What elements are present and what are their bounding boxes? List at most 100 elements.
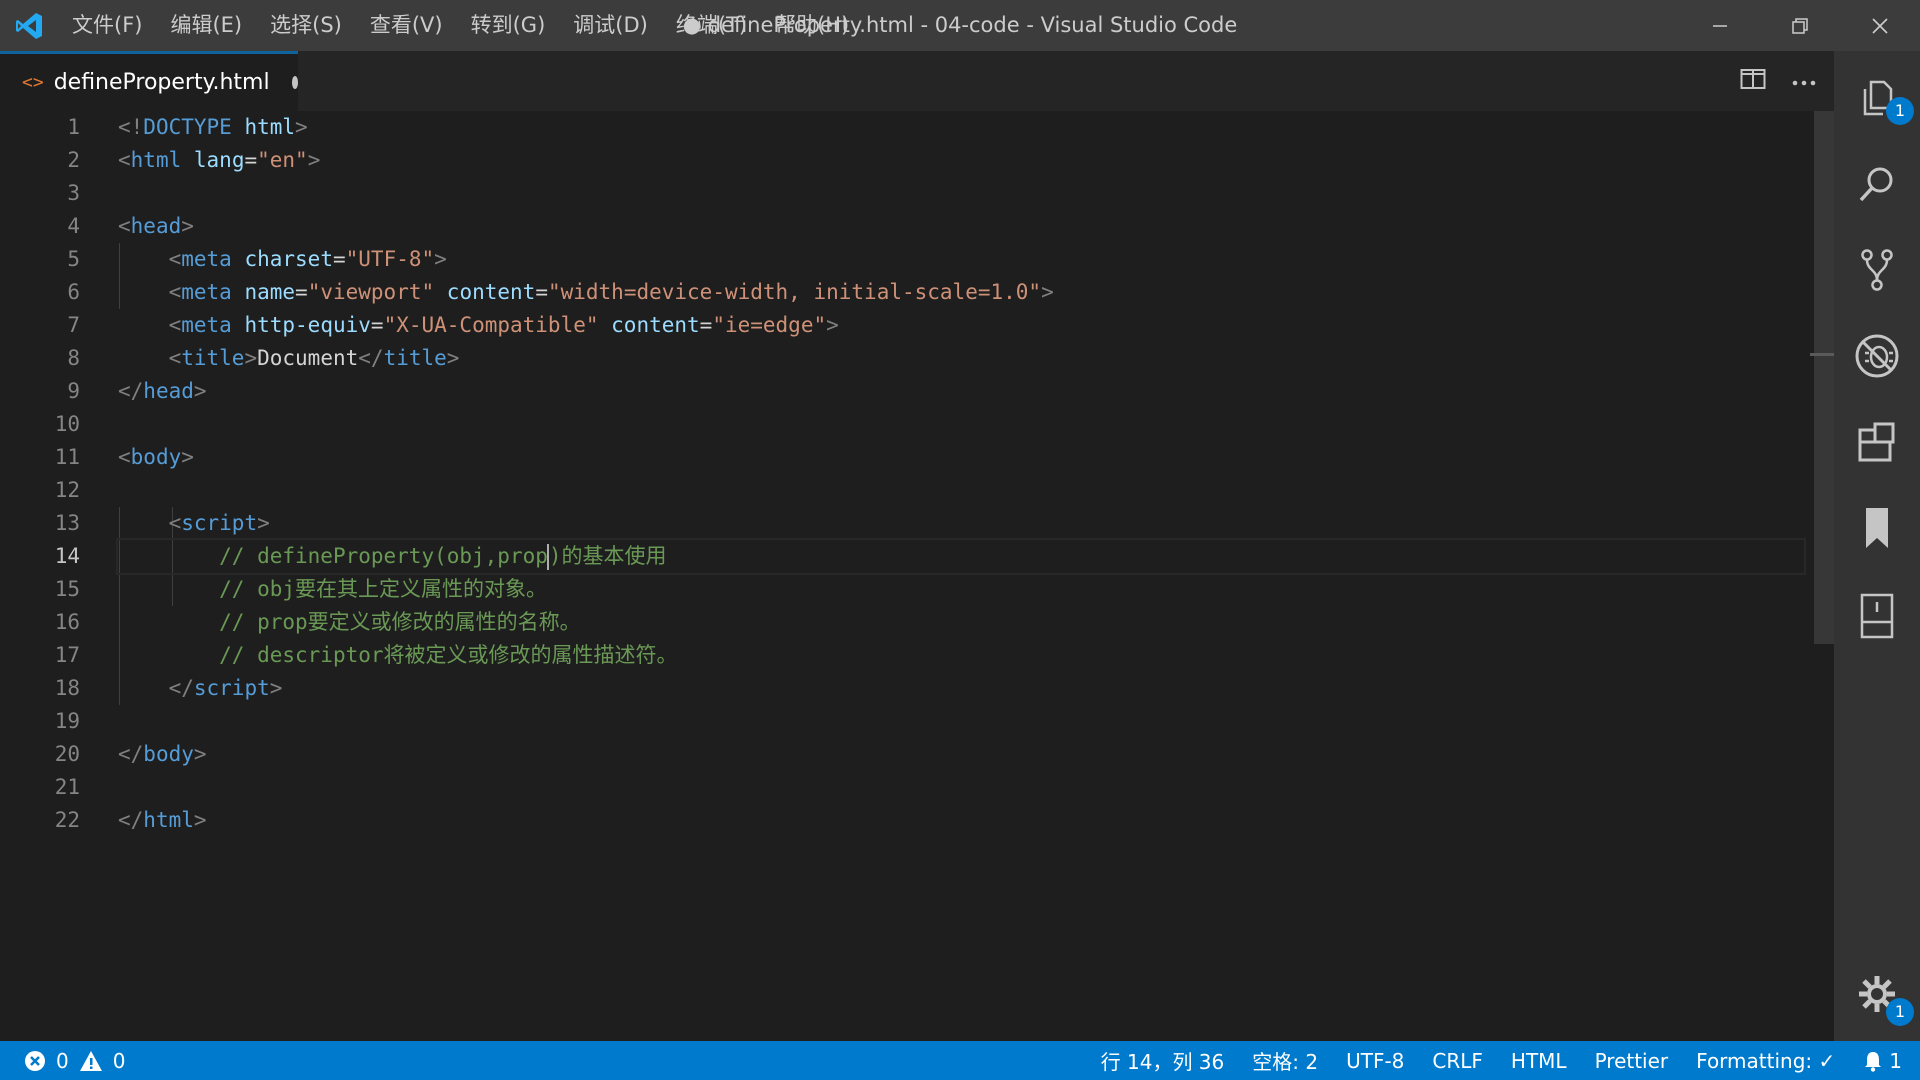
line-number: 4 [67, 214, 80, 238]
menu-view[interactable]: 查看(V) [356, 0, 457, 51]
menu-help[interactable]: 帮助(H) [761, 0, 863, 51]
extensions-button[interactable] [1834, 399, 1920, 485]
bell-icon [1865, 1051, 1882, 1072]
code-line-1[interactable]: <!DOCTYPE html> [118, 111, 1804, 144]
line-number: 18 [54, 676, 80, 700]
restore-button[interactable] [1760, 0, 1840, 51]
end-of-line[interactable]: CRLF [1432, 1049, 1483, 1073]
search-icon [1859, 167, 1893, 202]
tab-label: defineProperty.html [53, 70, 270, 95]
manage-button[interactable]: 1 [1834, 951, 1920, 1037]
problems-indicator[interactable]: 0 0 [0, 1049, 125, 1073]
code-line-9[interactable]: </head> [118, 375, 1804, 408]
editor-tab-bar: <> defineProperty.html [0, 51, 1834, 111]
close-icon [1872, 17, 1888, 34]
line-number: 10 [54, 412, 80, 436]
formatting-status[interactable]: Formatting: ✓ [1696, 1049, 1835, 1073]
code-line-4[interactable]: <head> [118, 210, 1804, 243]
search-button[interactable] [1834, 141, 1920, 227]
line-number: 9 [67, 379, 80, 403]
code-line-8[interactable]: <title>Document</title> [118, 342, 1804, 375]
close-window-button[interactable] [1840, 0, 1920, 51]
scrollbar-thumb[interactable] [1814, 111, 1834, 644]
code-line-19[interactable] [118, 705, 1804, 738]
line-number: 6 [67, 280, 80, 304]
debug-icon [1855, 334, 1899, 378]
vertical-scrollbar[interactable] [1810, 111, 1834, 1041]
menu-debug[interactable]: 调试(D) [559, 0, 662, 51]
line-number: 8 [67, 346, 80, 370]
window-controls [1680, 0, 1920, 51]
unsaved-dot-icon[interactable] [291, 76, 298, 89]
cursor-position[interactable]: 行 14，列 36 [1101, 1046, 1225, 1075]
indentation[interactable]: 空格: 2 [1252, 1046, 1318, 1075]
code-line-10[interactable] [118, 408, 1804, 441]
debug-button[interactable] [1834, 313, 1920, 399]
code-line-14[interactable]: // defineProperty(obj,prop)的基本使用 [116, 538, 1806, 575]
status-bar: 0 0 行 14，列 36 空格: 2 UTF-8 CRLF HTML Pret… [0, 1041, 1920, 1080]
code-line-20[interactable]: </body> [118, 738, 1804, 771]
warning-count: 0 [112, 1048, 126, 1073]
code-line-18[interactable]: </script> [118, 672, 1804, 705]
source-control-button[interactable] [1834, 227, 1920, 313]
error-icon [25, 1050, 45, 1071]
menu-terminal[interactable]: 终端(T) [662, 0, 761, 51]
code-line-15[interactable]: // obj要在其上定义属性的对象。 [118, 573, 1804, 606]
line-number-gutter: 1 2 3 4 5 6 7 8 9 10 11 12 13 14 15 16 1… [0, 111, 80, 837]
line-number: 17 [54, 643, 80, 667]
more-actions-button[interactable] [1792, 72, 1816, 91]
menu-edit[interactable]: 编辑(E) [156, 0, 256, 51]
menu-selection[interactable]: 选择(S) [256, 0, 356, 51]
code-line-7[interactable]: <meta http-equiv="X-UA-Compatible" conte… [118, 309, 1804, 342]
panel-button[interactable] [1834, 573, 1920, 659]
explorer-badge: 1 [1886, 97, 1914, 125]
menu-go[interactable]: 转到(G) [457, 0, 560, 51]
line-number: 15 [54, 577, 80, 601]
warning-icon [79, 1050, 102, 1071]
explorer-button[interactable]: 1 [1834, 55, 1920, 141]
line-number: 5 [67, 247, 80, 271]
code-lines[interactable]: <!DOCTYPE html> <html lang="en"> <head> … [116, 111, 1806, 837]
language-mode[interactable]: HTML [1511, 1049, 1567, 1073]
menu-file[interactable]: 文件(F) [58, 0, 156, 51]
line-number: 20 [54, 742, 80, 766]
notifications-button[interactable]: 1 [1863, 1049, 1902, 1073]
tab-defineproperty-html[interactable]: <> defineProperty.html [0, 51, 298, 111]
text-cursor [546, 544, 549, 570]
minimize-button[interactable] [1680, 0, 1760, 51]
code-line-3[interactable] [118, 177, 1804, 210]
code-line-6[interactable]: <meta name="viewport" content="width=dev… [118, 276, 1804, 309]
prettier-status[interactable]: Prettier [1595, 1049, 1669, 1073]
code-editor[interactable]: 1 2 3 4 5 6 7 8 9 10 11 12 13 14 15 16 1… [0, 111, 1834, 1041]
line-number: 16 [54, 610, 80, 634]
code-line-16[interactable]: // prop要定义或修改的属性的名称。 [118, 606, 1804, 639]
line-number: 1 [67, 115, 80, 139]
line-number: 12 [54, 478, 80, 502]
code-line-13[interactable]: <script> [118, 507, 1804, 540]
activity-bar: 1 1 [1834, 51, 1920, 1041]
code-line-22[interactable]: </html> [118, 804, 1804, 837]
editor-actions [1740, 51, 1816, 111]
bookmark-icon [1866, 508, 1888, 548]
html-file-icon: <> [22, 72, 44, 93]
code-line-12[interactable] [118, 474, 1804, 507]
code-line-11[interactable]: <body> [118, 441, 1804, 474]
code-line-21[interactable] [118, 771, 1804, 804]
vscode-logo-icon [0, 0, 58, 51]
code-line-2[interactable]: <html lang="en"> [118, 144, 1804, 177]
line-number: 11 [54, 445, 80, 469]
bookmarks-button[interactable] [1834, 485, 1920, 571]
line-number: 2 [67, 148, 80, 172]
minimize-icon [1713, 24, 1727, 27]
line-number: 22 [54, 808, 80, 832]
title-bar: 文件(F) 编辑(E) 选择(S) 查看(V) 转到(G) 调试(D) 终端(T… [0, 0, 1920, 51]
settings-badge: 1 [1886, 998, 1914, 1026]
file-encoding[interactable]: UTF-8 [1346, 1049, 1404, 1073]
panel-layout-icon [1860, 593, 1894, 639]
overview-ruler-mark [1810, 353, 1834, 356]
status-bar-right: 行 14，列 36 空格: 2 UTF-8 CRLF HTML Prettier… [1101, 1041, 1902, 1080]
split-editor-button[interactable] [1740, 68, 1766, 94]
code-line-17[interactable]: // descriptor将被定义或修改的属性描述符。 [118, 639, 1804, 672]
code-line-5[interactable]: <meta charset="UTF-8"> [118, 243, 1804, 276]
line-number: 3 [67, 181, 80, 205]
